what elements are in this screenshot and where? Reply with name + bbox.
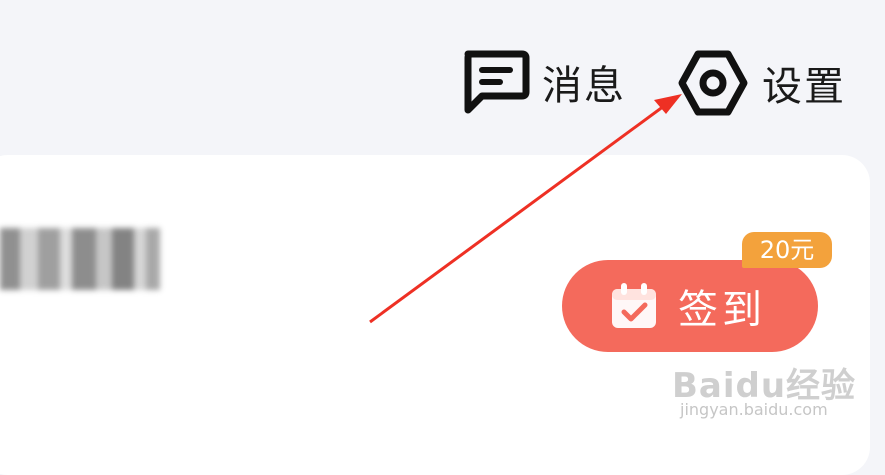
- messages-button[interactable]: 消息: [460, 50, 626, 114]
- baidu-watermark: Baidu经验 jingyan.baidu.com: [672, 348, 872, 428]
- settings-label: 设置: [762, 64, 846, 110]
- message-icon: [464, 50, 530, 114]
- top-bar: 消息 设置: [0, 0, 885, 150]
- gear-icon: [678, 50, 748, 116]
- calendar-check-icon: [612, 283, 656, 328]
- checkin-button[interactable]: 签到: [562, 260, 818, 352]
- watermark-url: jingyan.baidu.com: [680, 400, 828, 419]
- blurred-username: [0, 228, 160, 290]
- messages-label: 消息: [542, 63, 626, 109]
- settings-button[interactable]: 设置: [678, 48, 846, 118]
- checkin-label: 签到: [678, 287, 766, 333]
- reward-badge: 20元: [742, 232, 832, 268]
